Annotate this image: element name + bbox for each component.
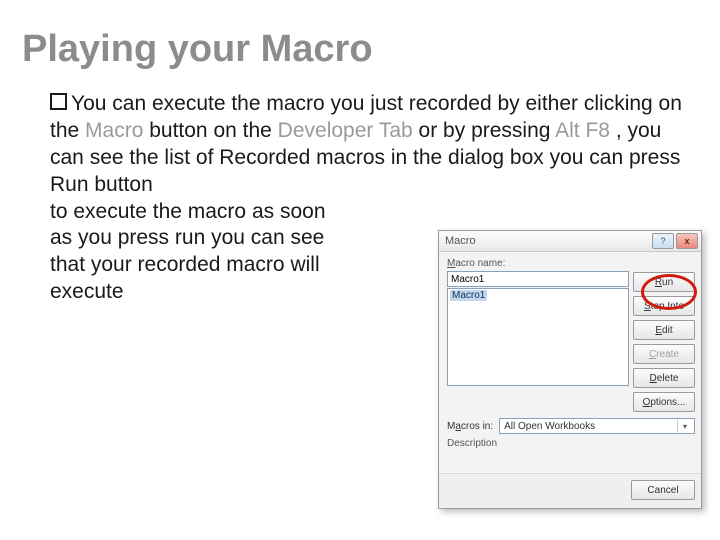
cancel-button[interactable]: Cancel bbox=[631, 480, 695, 500]
body-text-2: button on the bbox=[143, 119, 277, 142]
slide-title: Playing your Macro bbox=[22, 28, 690, 71]
delete-button[interactable]: Delete bbox=[633, 368, 695, 388]
developer-tab-word: Developer Tab bbox=[278, 119, 413, 142]
close-icon[interactable]: x bbox=[676, 233, 698, 249]
macro-list[interactable]: Macro1 bbox=[447, 288, 629, 386]
macro-name-input[interactable] bbox=[447, 271, 629, 287]
macro-list-item[interactable]: Macro1 bbox=[450, 290, 487, 301]
macros-in-value: All Open Workbooks bbox=[504, 421, 595, 432]
step-into-button[interactable]: Step Into bbox=[633, 296, 695, 316]
options-button[interactable]: Options... bbox=[633, 392, 695, 412]
macro-dialog: Macro ? x MMacro name:acro name: Macro1 … bbox=[438, 230, 702, 509]
description-label: Description bbox=[447, 438, 695, 449]
chevron-down-icon: ▾ bbox=[677, 420, 692, 432]
macros-in-label: Macros in: bbox=[447, 421, 493, 432]
create-button[interactable]: Create bbox=[633, 344, 695, 364]
help-icon[interactable]: ? bbox=[652, 233, 674, 249]
macro-name-label: MMacro name:acro name: bbox=[447, 258, 629, 269]
bullet-icon bbox=[50, 93, 67, 110]
body-line-7: that your recorded macro will bbox=[50, 253, 320, 276]
body-line-5: to execute the macro as soon bbox=[50, 200, 326, 223]
dialog-title: Macro bbox=[445, 235, 476, 247]
alt-f8-word: Alt F8 bbox=[555, 119, 610, 142]
dialog-titlebar: Macro ? x bbox=[439, 231, 701, 252]
body-line-6: as you press run you can see bbox=[50, 226, 324, 249]
run-button[interactable]: Run bbox=[633, 272, 695, 292]
body-text-3: or by pressing bbox=[413, 119, 555, 142]
edit-button[interactable]: Edit bbox=[633, 320, 695, 340]
macros-in-select[interactable]: All Open Workbooks ▾ bbox=[499, 418, 695, 434]
body-line-8: execute bbox=[50, 280, 124, 303]
macro-word: Macro bbox=[85, 119, 143, 142]
